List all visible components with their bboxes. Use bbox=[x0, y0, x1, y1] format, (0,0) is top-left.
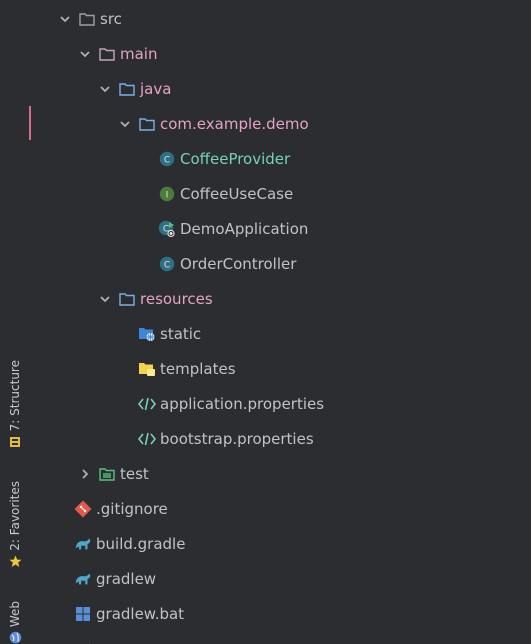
star-icon bbox=[9, 555, 22, 568]
chevron-down-icon[interactable] bbox=[58, 12, 72, 26]
tree-item-bootstrap-properties[interactable]: bootstrap.properties bbox=[30, 421, 531, 456]
tree-item-label: .gitignore bbox=[96, 499, 168, 518]
tree-item-build-gradle[interactable]: build.gradle bbox=[30, 526, 531, 561]
tree-item-application-properties[interactable]: application.properties bbox=[30, 386, 531, 421]
source-folder-icon bbox=[118, 80, 136, 98]
tree-item-java[interactable]: java bbox=[30, 71, 531, 106]
properties-file-icon bbox=[138, 395, 156, 413]
class-icon: C bbox=[158, 150, 176, 168]
chevron-right-icon[interactable] bbox=[78, 467, 92, 481]
tree-item-templates[interactable]: templates bbox=[30, 351, 531, 386]
test-folder-icon bbox=[98, 465, 116, 483]
chevron-down-icon[interactable] bbox=[98, 82, 112, 96]
tree-item-label: test bbox=[120, 464, 149, 483]
project-tree: src main java com.example.demo C CoffeeP… bbox=[30, 0, 531, 644]
tree-item-gradlew[interactable]: gradlew bbox=[30, 561, 531, 596]
tree-item-label: OrderController bbox=[180, 254, 297, 273]
gradle-icon bbox=[74, 570, 92, 588]
tree-item-label: com.example.demo bbox=[160, 114, 309, 133]
tree-item-label: templates bbox=[160, 359, 236, 378]
tree-item-com-example-demo[interactable]: com.example.demo bbox=[30, 106, 531, 141]
tree-item-coffee-provider[interactable]: C CoffeeProvider bbox=[30, 141, 531, 176]
tree-item-label: main bbox=[120, 44, 158, 63]
package-icon bbox=[138, 115, 156, 133]
tree-item-test[interactable]: test bbox=[30, 456, 531, 491]
tree-item-label: resources bbox=[140, 289, 213, 308]
interface-icon: I bbox=[158, 185, 176, 203]
tree-item-cutoff[interactable] bbox=[30, 631, 531, 644]
tree-item-label: DemoApplication bbox=[180, 219, 309, 238]
spring-boot-class-icon: C bbox=[158, 220, 176, 238]
folder-icon bbox=[98, 45, 116, 63]
svg-text:I: I bbox=[166, 190, 169, 200]
structure-icon bbox=[9, 435, 22, 448]
structure-tab[interactable]: 7: Structure bbox=[0, 352, 30, 448]
structure-tab-label: 7: Structure bbox=[8, 359, 22, 431]
tree-item-label: static bbox=[160, 324, 202, 343]
tree-item-label: build.gradle bbox=[96, 534, 186, 553]
tree-item-label: application.properties bbox=[160, 394, 325, 413]
favorites-tab-label: 2: Favorites bbox=[8, 481, 22, 551]
tree-item-main[interactable]: main bbox=[30, 36, 531, 71]
folder-icon bbox=[78, 10, 96, 28]
tree-item-label: gradlew bbox=[96, 569, 157, 588]
tree-item-resources[interactable]: resources bbox=[30, 281, 531, 316]
tree-item-label: CoffeeProvider bbox=[180, 149, 291, 168]
tree-item-label: bootstrap.properties bbox=[160, 429, 314, 448]
tree-item-label: CoffeeUseCase bbox=[180, 184, 294, 203]
tree-item-static[interactable]: static bbox=[30, 316, 531, 351]
tree-item-gitignore[interactable]: .gitignore bbox=[30, 491, 531, 526]
tree-item-gradlew-bat[interactable]: gradlew.bat bbox=[30, 596, 531, 631]
chevron-down-icon[interactable] bbox=[78, 47, 92, 61]
tree-item-demo-application[interactable]: C DemoApplication bbox=[30, 211, 531, 246]
resources-folder-icon bbox=[118, 290, 136, 308]
properties-file-icon bbox=[138, 430, 156, 448]
svg-text:C: C bbox=[164, 155, 170, 165]
tree-item-coffee-use-case[interactable]: I CoffeeUseCase bbox=[30, 176, 531, 211]
tree-item-label: src bbox=[100, 9, 122, 28]
tree-item-order-controller[interactable]: C OrderController bbox=[30, 246, 531, 281]
favorites-tab[interactable]: 2: Favorites bbox=[0, 478, 30, 568]
templates-folder-icon bbox=[138, 360, 156, 378]
tree-item-src[interactable]: src bbox=[30, 1, 531, 36]
git-icon bbox=[74, 500, 92, 518]
svg-text:C: C bbox=[164, 260, 170, 270]
chevron-down-icon[interactable] bbox=[118, 117, 132, 131]
class-icon: C bbox=[158, 255, 176, 273]
web-folder-icon bbox=[138, 325, 156, 343]
globe-icon bbox=[9, 631, 22, 644]
left-tool-strip: 7: Structure 2: Favorites Web bbox=[0, 0, 31, 644]
gradle-icon bbox=[74, 640, 92, 644]
chevron-down-icon[interactable] bbox=[98, 292, 112, 306]
tree-item-label: gradlew.bat bbox=[96, 604, 185, 623]
gradle-icon bbox=[74, 535, 92, 553]
windows-icon bbox=[74, 605, 92, 623]
web-tab[interactable]: Web bbox=[0, 596, 30, 644]
project-tool-window: 7: Structure 2: Favorites Web src main j… bbox=[0, 0, 531, 644]
web-tab-label: Web bbox=[8, 600, 22, 627]
tree-item-label: java bbox=[140, 79, 172, 98]
